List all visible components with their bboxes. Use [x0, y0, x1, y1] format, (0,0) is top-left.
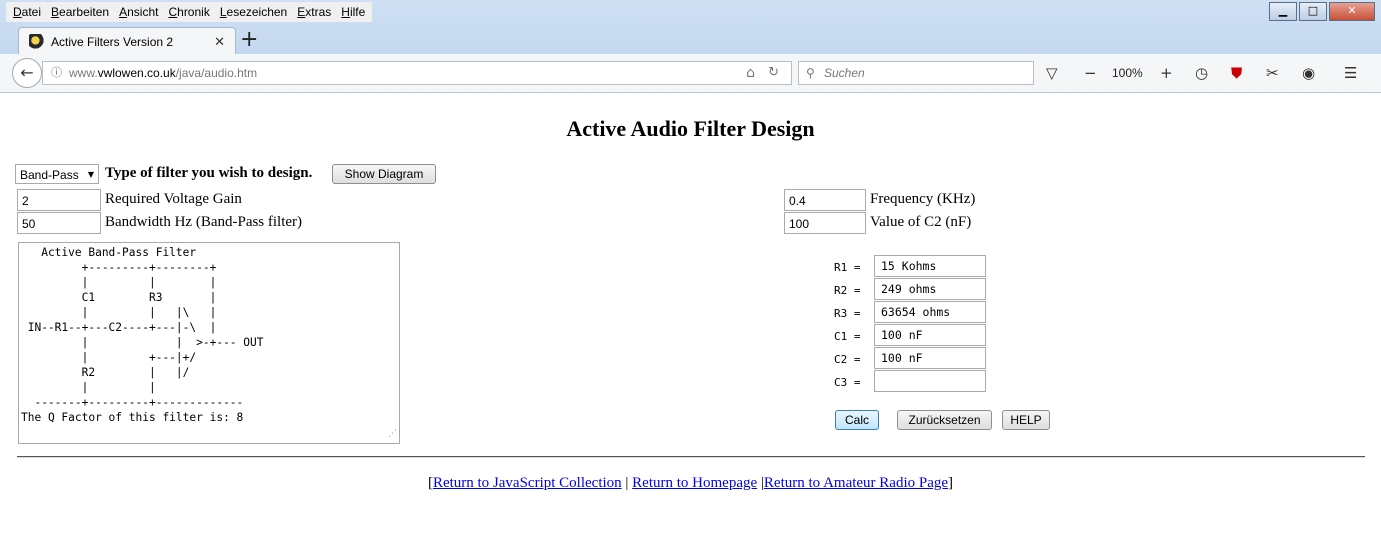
r1-label: R1 =: [834, 261, 861, 274]
resize-handle-icon[interactable]: ⋰: [388, 427, 397, 442]
filter-type-select[interactable]: Band-Pass ▼: [15, 164, 99, 184]
hamburger-menu-icon[interactable]: ☰: [1344, 64, 1357, 82]
calc-button[interactable]: Calc: [835, 410, 879, 430]
show-diagram-button[interactable]: Show Diagram: [332, 164, 436, 184]
reset-button[interactable]: Zurücksetzen: [897, 410, 992, 430]
menu-bar: Datei Bearbeiten Ansicht Chronik Lesezei…: [6, 2, 373, 22]
frequency-input[interactable]: 0.4: [784, 189, 866, 211]
r2-label: R2 =: [834, 284, 861, 297]
filter-type-label: Type of filter you wish to design.: [105, 165, 313, 181]
c1-label: C1 =: [834, 330, 861, 343]
return-js-collection-link[interactable]: Return to JavaScript Collection: [433, 475, 622, 491]
page-content: Active Audio Filter Design Band-Pass ▼ T…: [8, 93, 1373, 542]
new-tab-button[interactable]: +: [240, 29, 258, 51]
home-icon[interactable]: ⌂: [746, 62, 755, 84]
history-icon[interactable]: ◷: [1195, 64, 1208, 82]
menu-bearbeiten[interactable]: Bearbeiten: [51, 5, 109, 19]
footer-separator: |: [621, 475, 633, 491]
menu-extras[interactable]: Extras: [297, 5, 331, 19]
menu-lesezeichen[interactable]: Lesezeichen: [220, 5, 287, 19]
menu-datei[interactable]: Datei: [13, 5, 41, 19]
arrow-left-icon: ←: [20, 63, 34, 82]
browser-chrome: Datei Bearbeiten Ansicht Chronik Lesezei…: [0, 0, 1381, 93]
c3-label: C3 =: [834, 376, 861, 389]
menu-chronik[interactable]: Chronik: [168, 5, 209, 19]
footer-bracket-close: ]: [948, 475, 954, 491]
c2-value-label: Value of C2 (nF): [870, 214, 972, 230]
chevron-down-icon: ▼: [87, 170, 94, 179]
frequency-label: Frequency (KHz): [870, 191, 976, 207]
search-icon: ⚲: [806, 66, 815, 80]
c1-output[interactable]: 100 nF: [874, 324, 986, 346]
eye-icon[interactable]: ◉: [1302, 64, 1315, 82]
diagram-textarea[interactable]: Active Band-Pass Filter +---------+-----…: [18, 242, 400, 444]
ublock-icon[interactable]: ⛊: [1231, 64, 1242, 82]
return-homepage-link[interactable]: Return to Homepage: [632, 475, 757, 491]
minimize-button[interactable]: ▁: [1269, 2, 1297, 21]
menu-ansicht[interactable]: Ansicht: [119, 5, 158, 19]
tab-active-filters[interactable]: Active Filters Version 2 ✕: [18, 27, 236, 55]
info-icon[interactable]: ⓘ: [51, 62, 62, 84]
filter-type-value: Band-Pass: [20, 168, 79, 182]
c2-output[interactable]: 100 nF: [874, 347, 986, 369]
window-controls: ▁ □ ✕: [1267, 2, 1375, 21]
screenshot-icon[interactable]: ✂: [1266, 64, 1279, 82]
maximize-button[interactable]: □: [1299, 2, 1327, 21]
menu-hilfe[interactable]: Hilfe: [341, 5, 365, 19]
back-button[interactable]: ←: [12, 58, 42, 88]
gain-label: Required Voltage Gain: [105, 191, 242, 207]
r3-label: R3 =: [834, 307, 861, 320]
url-bar[interactable]: ⓘ www.vwlowen.co.uk/java/audio.htm ⌂ ↻: [42, 61, 792, 85]
zoom-out-button[interactable]: −: [1084, 64, 1097, 82]
search-placeholder: Suchen: [824, 66, 865, 80]
tab-close-icon[interactable]: ✕: [214, 34, 225, 50]
bandwidth-label: Bandwidth Hz (Band-Pass filter): [105, 214, 303, 230]
r2-output[interactable]: 249 ohms: [874, 278, 986, 300]
c2-value-input[interactable]: 100: [784, 212, 866, 234]
footer-links: [Return to JavaScript Collection | Retur…: [8, 475, 1373, 492]
close-window-button[interactable]: ✕: [1329, 2, 1375, 21]
reload-icon[interactable]: ↻: [768, 62, 779, 84]
diagram-text: Active Band-Pass Filter +---------+-----…: [21, 246, 264, 424]
bandwidth-input[interactable]: 50: [17, 212, 101, 234]
gain-input[interactable]: 2: [17, 189, 101, 211]
return-amateur-radio-link[interactable]: Return to Amateur Radio Page: [764, 475, 948, 491]
tab-title: Active Filters Version 2: [51, 34, 174, 49]
help-button[interactable]: HELP: [1002, 410, 1050, 430]
r1-output[interactable]: 15 Kohms: [874, 255, 986, 277]
zoom-level[interactable]: 100%: [1112, 66, 1143, 80]
search-input[interactable]: ⚲ Suchen: [798, 61, 1034, 85]
c2-label: C2 =: [834, 353, 861, 366]
page-title: Active Audio Filter Design: [566, 116, 815, 141]
url-text: www.vwlowen.co.uk/java/audio.htm: [69, 66, 258, 80]
pocket-icon[interactable]: ▽: [1046, 64, 1058, 82]
c3-output[interactable]: [874, 370, 986, 392]
nav-bar: ← ⓘ www.vwlowen.co.uk/java/audio.htm ⌂ ↻…: [0, 54, 1381, 93]
bird-favicon-icon: [29, 33, 45, 50]
r3-output[interactable]: 63654 ohms: [874, 301, 986, 323]
divider: [17, 456, 1365, 458]
zoom-in-button[interactable]: +: [1160, 64, 1173, 82]
footer-separator: |: [757, 475, 764, 491]
